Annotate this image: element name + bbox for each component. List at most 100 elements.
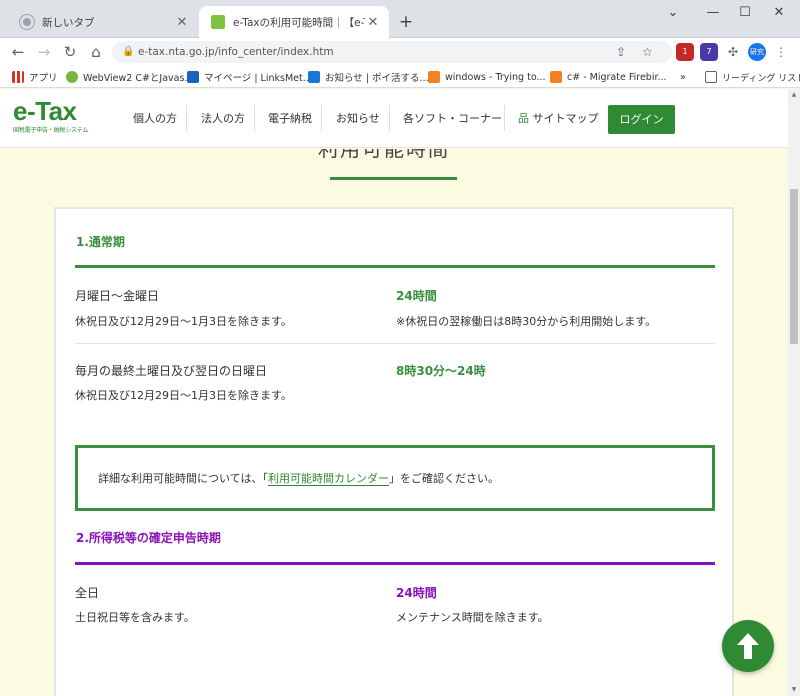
browser-toolbar: ← → ↻ ⌂ 🔒 e-tax.nta.go.jp/info_center/in… bbox=[0, 38, 800, 66]
bookmark-linksmet[interactable]: マイページ | LinksMet... bbox=[187, 69, 312, 85]
extension-badge: 7 bbox=[706, 47, 712, 56]
page-title: 利用可能時間 bbox=[318, 149, 450, 161]
share-icon[interactable]: ⇪ bbox=[616, 41, 626, 63]
scroll-up-icon[interactable]: ▲ bbox=[788, 89, 800, 101]
url-text: e-tax.nta.go.jp/info_center/index.htm bbox=[138, 46, 334, 58]
page-scrollbar[interactable]: ▲ ▼ bbox=[788, 89, 800, 696]
tab-etax[interactable]: e-Taxの利用可能時間｜【e-Tax】国税電子... ✕ bbox=[199, 6, 389, 38]
minimize-button[interactable]: — bbox=[698, 5, 728, 20]
extension-dice-icon[interactable]: 7 bbox=[700, 43, 718, 61]
section-title-tax-season: 2.所得税等の確定申告時期 bbox=[76, 531, 221, 545]
menu-kebab-icon[interactable]: ⋮ bbox=[772, 43, 790, 61]
browser-tab-strip: 新しいタブ ✕ e-Taxの利用可能時間｜【e-Tax】国税電子... ✕ + … bbox=[0, 0, 800, 38]
profile-avatar[interactable]: 研究 bbox=[748, 43, 766, 61]
nav-individual[interactable]: 個人の方 bbox=[133, 107, 177, 131]
sitemap-label: サイトマップ bbox=[532, 112, 599, 125]
bookmark-label: マイページ | LinksMet... bbox=[204, 73, 312, 84]
back-icon[interactable]: ← bbox=[8, 42, 28, 62]
nav-divider bbox=[186, 105, 187, 131]
nav-corporate[interactable]: 法人の方 bbox=[201, 107, 245, 131]
home-icon[interactable]: ⌂ bbox=[86, 42, 106, 62]
new-tab-button[interactable]: + bbox=[396, 12, 416, 32]
bookmark-webview2[interactable]: WebView2 C#とJavas... bbox=[66, 69, 194, 85]
extensions-puzzle-icon[interactable]: ✣ bbox=[724, 43, 742, 61]
bookmark-apps[interactable]: アプリ bbox=[12, 69, 58, 85]
arrow-up-icon bbox=[737, 633, 759, 659]
etax-logo[interactable]: e-Tax 国税電子申告・納税システム bbox=[13, 98, 88, 134]
maximize-button[interactable]: ☐ bbox=[730, 5, 760, 20]
title-underline bbox=[330, 177, 457, 180]
scrollbar-thumb[interactable] bbox=[790, 189, 798, 344]
bookmark-label: WebView2 C#とJavas... bbox=[83, 73, 194, 84]
profile-label: 研究 bbox=[750, 48, 764, 56]
extension-badge: 1 bbox=[682, 47, 688, 56]
notice-suffix: 」をご確認ください。 bbox=[388, 472, 499, 485]
weekday-note: 休祝日及び12月29日～1月3日を除きます。 bbox=[75, 315, 292, 328]
nav-divider bbox=[254, 105, 255, 131]
allday-label: 全日 bbox=[75, 586, 100, 600]
extension-shield-icon[interactable]: 1 bbox=[676, 43, 694, 61]
bookmark-label: c# - Migrate Firebir... bbox=[567, 71, 667, 83]
close-tab-icon[interactable]: ✕ bbox=[365, 15, 381, 30]
nav-e-payment[interactable]: 電子納税 bbox=[268, 107, 312, 131]
calendar-notice: 詳細な利用可能時間については、「利用可能時間カレンダー」をご確認ください。 bbox=[75, 445, 715, 511]
close-tab-icon[interactable]: ✕ bbox=[174, 15, 190, 30]
weekday-label: 月曜日～金曜日 bbox=[75, 289, 160, 303]
allday-note: 土日祝日等を含みます。 bbox=[75, 611, 195, 624]
nav-software-corner[interactable]: 各ソフト・コーナー bbox=[403, 107, 502, 131]
nav-divider bbox=[321, 105, 322, 131]
reading-list-label: リーディング リスト bbox=[722, 73, 800, 84]
section-rule bbox=[75, 265, 715, 268]
tab-title: 新しいタブ bbox=[42, 16, 95, 29]
calendar-link[interactable]: 利用可能時間カレンダー bbox=[267, 472, 389, 486]
allday-hours: 24時間 bbox=[396, 586, 437, 600]
logo-sub: 国税電子申告・納税システム bbox=[13, 127, 89, 134]
site-header: e-Tax 国税電子申告・納税システム 個人の方 法人の方 電子納税 お知らせ … bbox=[0, 89, 788, 148]
bookmark-star-icon[interactable]: ☆ bbox=[642, 41, 653, 63]
bookmark-windows[interactable]: windows - Trying to... bbox=[428, 69, 546, 85]
nav-divider bbox=[389, 105, 390, 131]
reload-icon[interactable]: ↻ bbox=[60, 42, 80, 62]
nav-sitemap[interactable]: 品 サイトマップ bbox=[518, 107, 599, 131]
address-bar[interactable]: 🔒 e-tax.nta.go.jp/info_center/index.htm … bbox=[112, 41, 672, 63]
weekend-note: 休祝日及び12月29日～1月3日を除きます。 bbox=[75, 389, 292, 402]
apps-icon bbox=[12, 71, 24, 83]
section-title-normal: 1.通常期 bbox=[76, 235, 125, 249]
tab-new-tab[interactable]: 新しいタブ ✕ bbox=[8, 6, 198, 38]
weekday-hours-note: ※休祝日の翌稼働日は8時30分から利用開始します。 bbox=[396, 315, 657, 328]
scroll-down-icon[interactable]: ▼ bbox=[788, 684, 800, 696]
nav-news[interactable]: お知らせ bbox=[336, 107, 380, 131]
close-window-button[interactable]: ✕ bbox=[764, 5, 794, 20]
bookmarks-overflow-icon[interactable]: » bbox=[680, 69, 686, 85]
links-icon bbox=[187, 71, 199, 83]
reading-list[interactable]: リーディング リスト bbox=[705, 69, 800, 85]
logo-main: e-Tax bbox=[13, 96, 77, 126]
availability-card: 1.通常期 月曜日～金曜日 休祝日及び12月29日～1月3日を除きます。 24時… bbox=[54, 207, 734, 696]
bookmark-icon bbox=[308, 71, 320, 83]
nav-divider bbox=[504, 105, 505, 131]
sitemap-icon: 品 bbox=[518, 112, 529, 125]
tab-search-icon[interactable]: ⌄ bbox=[658, 5, 688, 20]
bookmark-oshirase[interactable]: お知らせ | ポイ活する... bbox=[308, 69, 429, 85]
etax-favicon-icon bbox=[211, 15, 225, 29]
tab-title: e-Taxの利用可能時間｜【e-Tax】国税電子... bbox=[233, 16, 365, 29]
bookmark-migrate[interactable]: c# - Migrate Firebir... bbox=[550, 69, 667, 85]
bookmark-label: アプリ bbox=[29, 73, 58, 84]
lock-icon: 🔒 bbox=[122, 46, 135, 57]
bookmarks-bar: アプリ WebView2 C#とJavas... マイページ | LinksMe… bbox=[0, 66, 800, 88]
allday-hours-note: メンテナンス時間を除きます。 bbox=[396, 611, 549, 624]
weekday-hours: 24時間 bbox=[396, 289, 437, 303]
main-content: 利用可能時間 1.通常期 月曜日～金曜日 休祝日及び12月29日～1月3日を除き… bbox=[0, 149, 788, 696]
notice-text: 詳細な利用可能時間については、「利用可能時間カレンダー」をご確認ください。 bbox=[98, 470, 499, 486]
notice-prefix: 詳細な利用可能時間については、「 bbox=[98, 472, 268, 485]
reading-list-icon bbox=[705, 71, 717, 83]
webview-icon bbox=[66, 71, 78, 83]
back-to-top-button[interactable] bbox=[722, 620, 774, 672]
bookmark-label: お知らせ | ポイ活する... bbox=[325, 73, 429, 84]
stackoverflow-icon bbox=[428, 71, 440, 83]
chrome-icon bbox=[20, 15, 34, 29]
login-button[interactable]: ログイン bbox=[608, 105, 675, 134]
weekend-label: 毎月の最終土曜日及び翌日の日曜日 bbox=[75, 364, 268, 378]
forward-icon[interactable]: → bbox=[34, 42, 54, 62]
stackoverflow-icon bbox=[550, 71, 562, 83]
